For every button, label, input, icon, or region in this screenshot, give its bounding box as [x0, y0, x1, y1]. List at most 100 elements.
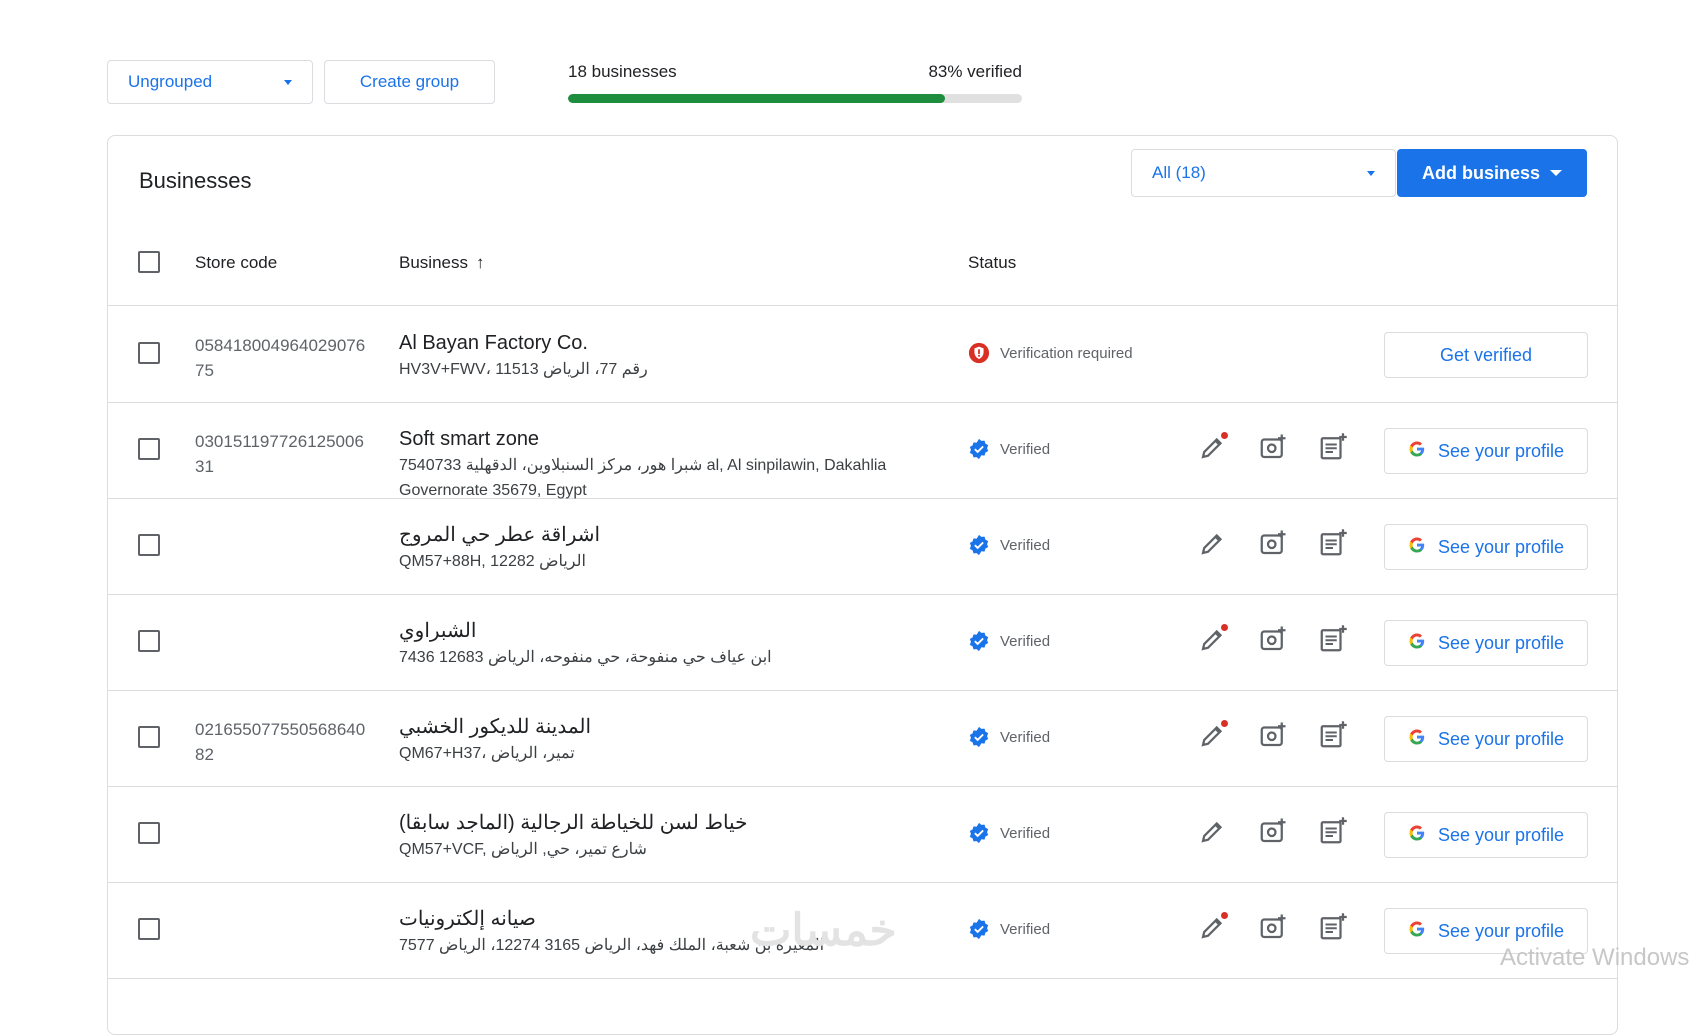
business-name[interactable]: خياط لسن للخياطة الرجالية (الماجد سابقا)	[399, 810, 899, 836]
table-row[interactable]: 02165507755056864082 المدينة للديكور الخ…	[108, 690, 1617, 787]
column-store-code[interactable]: Store code	[195, 253, 277, 273]
add-post-icon[interactable]	[1318, 624, 1348, 654]
group-select-label: Ungrouped	[128, 72, 213, 91]
add-photo-icon[interactable]	[1258, 624, 1288, 654]
status-text: Verified	[1000, 824, 1051, 842]
add-photo-icon[interactable]	[1258, 816, 1288, 846]
verified-percent: 83% verified	[928, 62, 1022, 81]
row-actions	[1198, 528, 1348, 558]
store-code: 05841800496402907675	[195, 336, 366, 380]
status-badge: Verified	[968, 438, 1050, 460]
edit-pencil-icon[interactable]	[1198, 624, 1228, 654]
status-badge: Verified	[968, 630, 1050, 652]
business-name[interactable]: المدينة للديكور الخشبي	[399, 714, 899, 740]
chevron-down-icon	[284, 79, 292, 85]
see-profile-button[interactable]: See your profile	[1384, 524, 1588, 570]
google-g-icon	[1408, 824, 1426, 847]
status-filter-select[interactable]: All (18)	[1131, 149, 1396, 197]
column-status: Status	[968, 253, 1017, 272]
row-checkbox[interactable]	[138, 438, 160, 460]
table-row[interactable]: الشبراوي 7436 12683 ابن عياف حي منفوحة، …	[108, 594, 1617, 691]
edit-pencil-icon[interactable]	[1198, 528, 1228, 558]
table-row[interactable]: خياط لسن للخياطة الرجالية (الماجد سابقا)…	[108, 786, 1617, 883]
edit-pencil-icon[interactable]	[1198, 432, 1228, 462]
business-address: QM57+88H, 12282 الرياض	[399, 553, 586, 570]
add-post-icon[interactable]	[1318, 912, 1348, 942]
row-actions	[1198, 720, 1348, 750]
row-checkbox[interactable]	[138, 534, 160, 556]
verification-progress: 18 businesses 83% verified	[568, 62, 1022, 103]
see-profile-label: See your profile	[1437, 440, 1565, 461]
status-badge: Verified	[968, 822, 1050, 844]
see-profile-button[interactable]: See your profile	[1384, 812, 1588, 858]
edit-pencil-icon[interactable]	[1198, 720, 1228, 750]
verified-check-icon	[968, 726, 990, 748]
status-badge: Verified	[968, 726, 1050, 748]
business-address: HV3V+FWV، 11513 رقم 77، الرياض	[399, 361, 648, 378]
verified-check-icon	[968, 918, 990, 940]
row-checkbox[interactable]	[138, 918, 160, 940]
see-profile-button[interactable]: See your profile	[1384, 428, 1588, 474]
google-g-icon	[1408, 728, 1426, 751]
toolbar: Ungrouped Create group	[107, 60, 495, 105]
status-filter-label: All (18)	[1152, 163, 1206, 182]
edit-pencil-icon[interactable]	[1198, 912, 1228, 942]
business-name[interactable]: اشراقة عطر حي المروج	[399, 522, 899, 548]
see-profile-label: See your profile	[1437, 728, 1565, 749]
business-name[interactable]: Soft smart zone	[399, 426, 899, 452]
table-row[interactable]: 05841800496402907675 Al Bayan Factory Co…	[108, 306, 1617, 403]
table-row[interactable]: اشراقة عطر حي المروج QM57+88H, 12282 الر…	[108, 498, 1617, 595]
google-g-icon	[1408, 632, 1426, 655]
see-profile-label: See your profile	[1437, 632, 1565, 653]
row-checkbox[interactable]	[138, 726, 160, 748]
arrow-up-icon: ↑	[475, 253, 485, 272]
chevron-down-icon	[1367, 170, 1375, 176]
column-business[interactable]: Business ↑	[399, 253, 484, 273]
business-info: Al Bayan Factory Co. HV3V+FWV، 11513 رقم…	[399, 330, 899, 382]
add-photo-icon[interactable]	[1258, 432, 1288, 462]
business-info: المدينة للديكور الخشبي QM67+H37، تمير، ا…	[399, 714, 899, 766]
business-info: Soft smart zone 7540733 شبرا هور، مركز ا…	[399, 426, 899, 503]
status-text: Verified	[1000, 440, 1051, 458]
add-post-icon[interactable]	[1318, 432, 1348, 462]
business-name[interactable]: Al Bayan Factory Co.	[399, 330, 899, 356]
business-info: خياط لسن للخياطة الرجالية (الماجد سابقا)…	[399, 810, 899, 862]
google-g-icon	[1408, 536, 1426, 559]
business-address: QM67+H37، تمير، الرياض	[399, 745, 575, 762]
add-business-label: Add business	[1421, 162, 1541, 183]
add-photo-icon[interactable]	[1258, 528, 1288, 558]
progress-fill	[568, 94, 945, 103]
add-business-button[interactable]: Add business	[1397, 149, 1587, 197]
add-post-icon[interactable]	[1318, 528, 1348, 558]
table-header: Store code Business ↑ Status	[108, 221, 1617, 306]
see-profile-button[interactable]: See your profile	[1384, 620, 1588, 666]
row-checkbox[interactable]	[138, 630, 160, 652]
verified-check-icon	[968, 534, 990, 556]
row-checkbox[interactable]	[138, 822, 160, 844]
see-profile-button[interactable]: See your profile	[1384, 716, 1588, 762]
chevron-down-icon	[1550, 170, 1563, 176]
verified-check-icon	[968, 438, 990, 460]
get-verified-button[interactable]: Get verified	[1384, 332, 1588, 378]
store-code: 03015119772612500631	[195, 432, 364, 476]
status-text: Verification required	[1000, 344, 1133, 362]
business-address: 7540733 شبرا هور، مركز السنبلاوين، الدقه…	[399, 457, 887, 499]
business-name[interactable]: الشبراوي	[399, 618, 899, 644]
activate-windows-watermark: Activate Windows	[1500, 944, 1690, 971]
group-select[interactable]: Ungrouped	[107, 60, 313, 104]
edit-pencil-icon[interactable]	[1198, 816, 1228, 846]
add-photo-icon[interactable]	[1258, 912, 1288, 942]
row-checkbox[interactable]	[138, 342, 160, 364]
add-photo-icon[interactable]	[1258, 720, 1288, 750]
create-group-button[interactable]: Create group	[324, 60, 495, 104]
warning-shield-icon	[968, 342, 990, 364]
google-g-icon	[1408, 920, 1426, 943]
add-post-icon[interactable]	[1318, 816, 1348, 846]
business-address: QM57+VCF, شارع تمير، حي, الرياض	[399, 841, 647, 858]
add-post-icon[interactable]	[1318, 720, 1348, 750]
status-text: Verified	[1000, 920, 1051, 938]
table-row[interactable]: 03015119772612500631 Soft smart zone 754…	[108, 402, 1617, 499]
store-code: 02165507755056864082	[195, 720, 366, 764]
select-all-checkbox[interactable]	[138, 251, 160, 273]
status-badge: Verified	[968, 918, 1050, 940]
